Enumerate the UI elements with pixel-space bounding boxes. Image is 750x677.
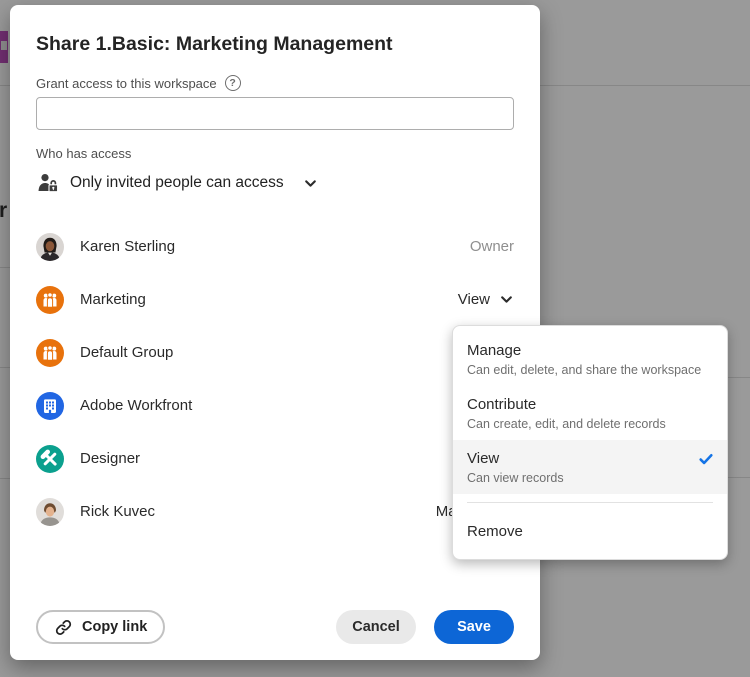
copy-link-button[interactable]: Copy link — [36, 610, 165, 644]
grant-access-label: Grant access to this workspace — [36, 76, 217, 91]
help-icon[interactable]: ? — [225, 75, 241, 91]
menu-item-manage[interactable]: Manage Can edit, delete, and share the w… — [453, 332, 727, 386]
permission-menu: Manage Can edit, delete, and share the w… — [452, 325, 728, 560]
access-level-value: Only invited people can access — [70, 174, 284, 192]
background-nav-fragment — [0, 31, 8, 63]
background-edge-line — [0, 478, 10, 479]
access-level-selector[interactable]: Only invited people can access — [36, 171, 318, 195]
menu-item-contribute[interactable]: Contribute Can create, edit, and delete … — [453, 386, 727, 440]
background-edge-line — [0, 267, 10, 268]
member-name: Marketing — [80, 291, 458, 308]
menu-item-view[interactable]: View Can view records — [453, 440, 727, 494]
background-edge-line — [727, 477, 750, 478]
background-text-fragment: r — [0, 199, 7, 223]
menu-item-remove[interactable]: Remove — [453, 511, 727, 553]
invite-people-input[interactable] — [36, 97, 514, 130]
member-name: Karen Sterling — [80, 238, 470, 255]
building-icon — [36, 392, 64, 420]
member-name: Designer — [80, 450, 514, 467]
menu-item-label: Contribute — [467, 395, 713, 414]
menu-item-description: Can edit, delete, and share the workspac… — [467, 362, 713, 378]
member-name: Adobe Workfront — [80, 397, 514, 414]
group-icon — [36, 339, 64, 367]
user-lock-icon — [36, 171, 60, 195]
member-name: Default Group — [80, 344, 514, 361]
member-row: Designer — [36, 432, 514, 485]
background-edge-line — [727, 377, 750, 378]
menu-item-label: Remove — [467, 522, 713, 541]
member-row: Karen Sterling Owner — [36, 220, 514, 273]
avatar — [36, 498, 64, 526]
member-row: Rick Kuvec Manage — [36, 485, 514, 538]
menu-item-label: Manage — [467, 341, 713, 360]
role-dropdown-trigger[interactable]: View — [458, 291, 514, 308]
member-row: Default Group — [36, 326, 514, 379]
menu-item-description: Can view records — [467, 470, 713, 486]
who-has-access-label: Who has access — [36, 146, 131, 161]
dialog-title: Share 1.Basic: Marketing Management — [36, 33, 393, 56]
menu-item-description: Can create, edit, and delete records — [467, 416, 713, 432]
menu-item-label: View — [467, 449, 713, 468]
avatar — [36, 233, 64, 261]
member-row: Adobe Workfront — [36, 379, 514, 432]
cancel-button[interactable]: Cancel — [336, 610, 416, 644]
copy-link-label: Copy link — [82, 619, 147, 635]
member-row: Marketing View — [36, 273, 514, 326]
member-role-static: Owner — [470, 238, 514, 255]
link-icon — [54, 618, 73, 637]
dialog-footer: Copy link Cancel Save — [36, 610, 514, 644]
group-icon — [36, 286, 64, 314]
checkmark-icon — [698, 451, 714, 467]
role-dropdown-value: View — [458, 291, 490, 308]
background-nav-logo-fragment — [1, 41, 7, 50]
member-list: Karen Sterling Owner Marketing View — [36, 220, 514, 538]
design-tools-icon — [36, 445, 64, 473]
chevron-down-icon — [499, 292, 514, 307]
chevron-down-icon — [303, 176, 318, 191]
member-name: Rick Kuvec — [80, 503, 436, 520]
save-button[interactable]: Save — [434, 610, 514, 644]
background-edge-line — [0, 367, 10, 368]
menu-divider — [467, 502, 713, 503]
